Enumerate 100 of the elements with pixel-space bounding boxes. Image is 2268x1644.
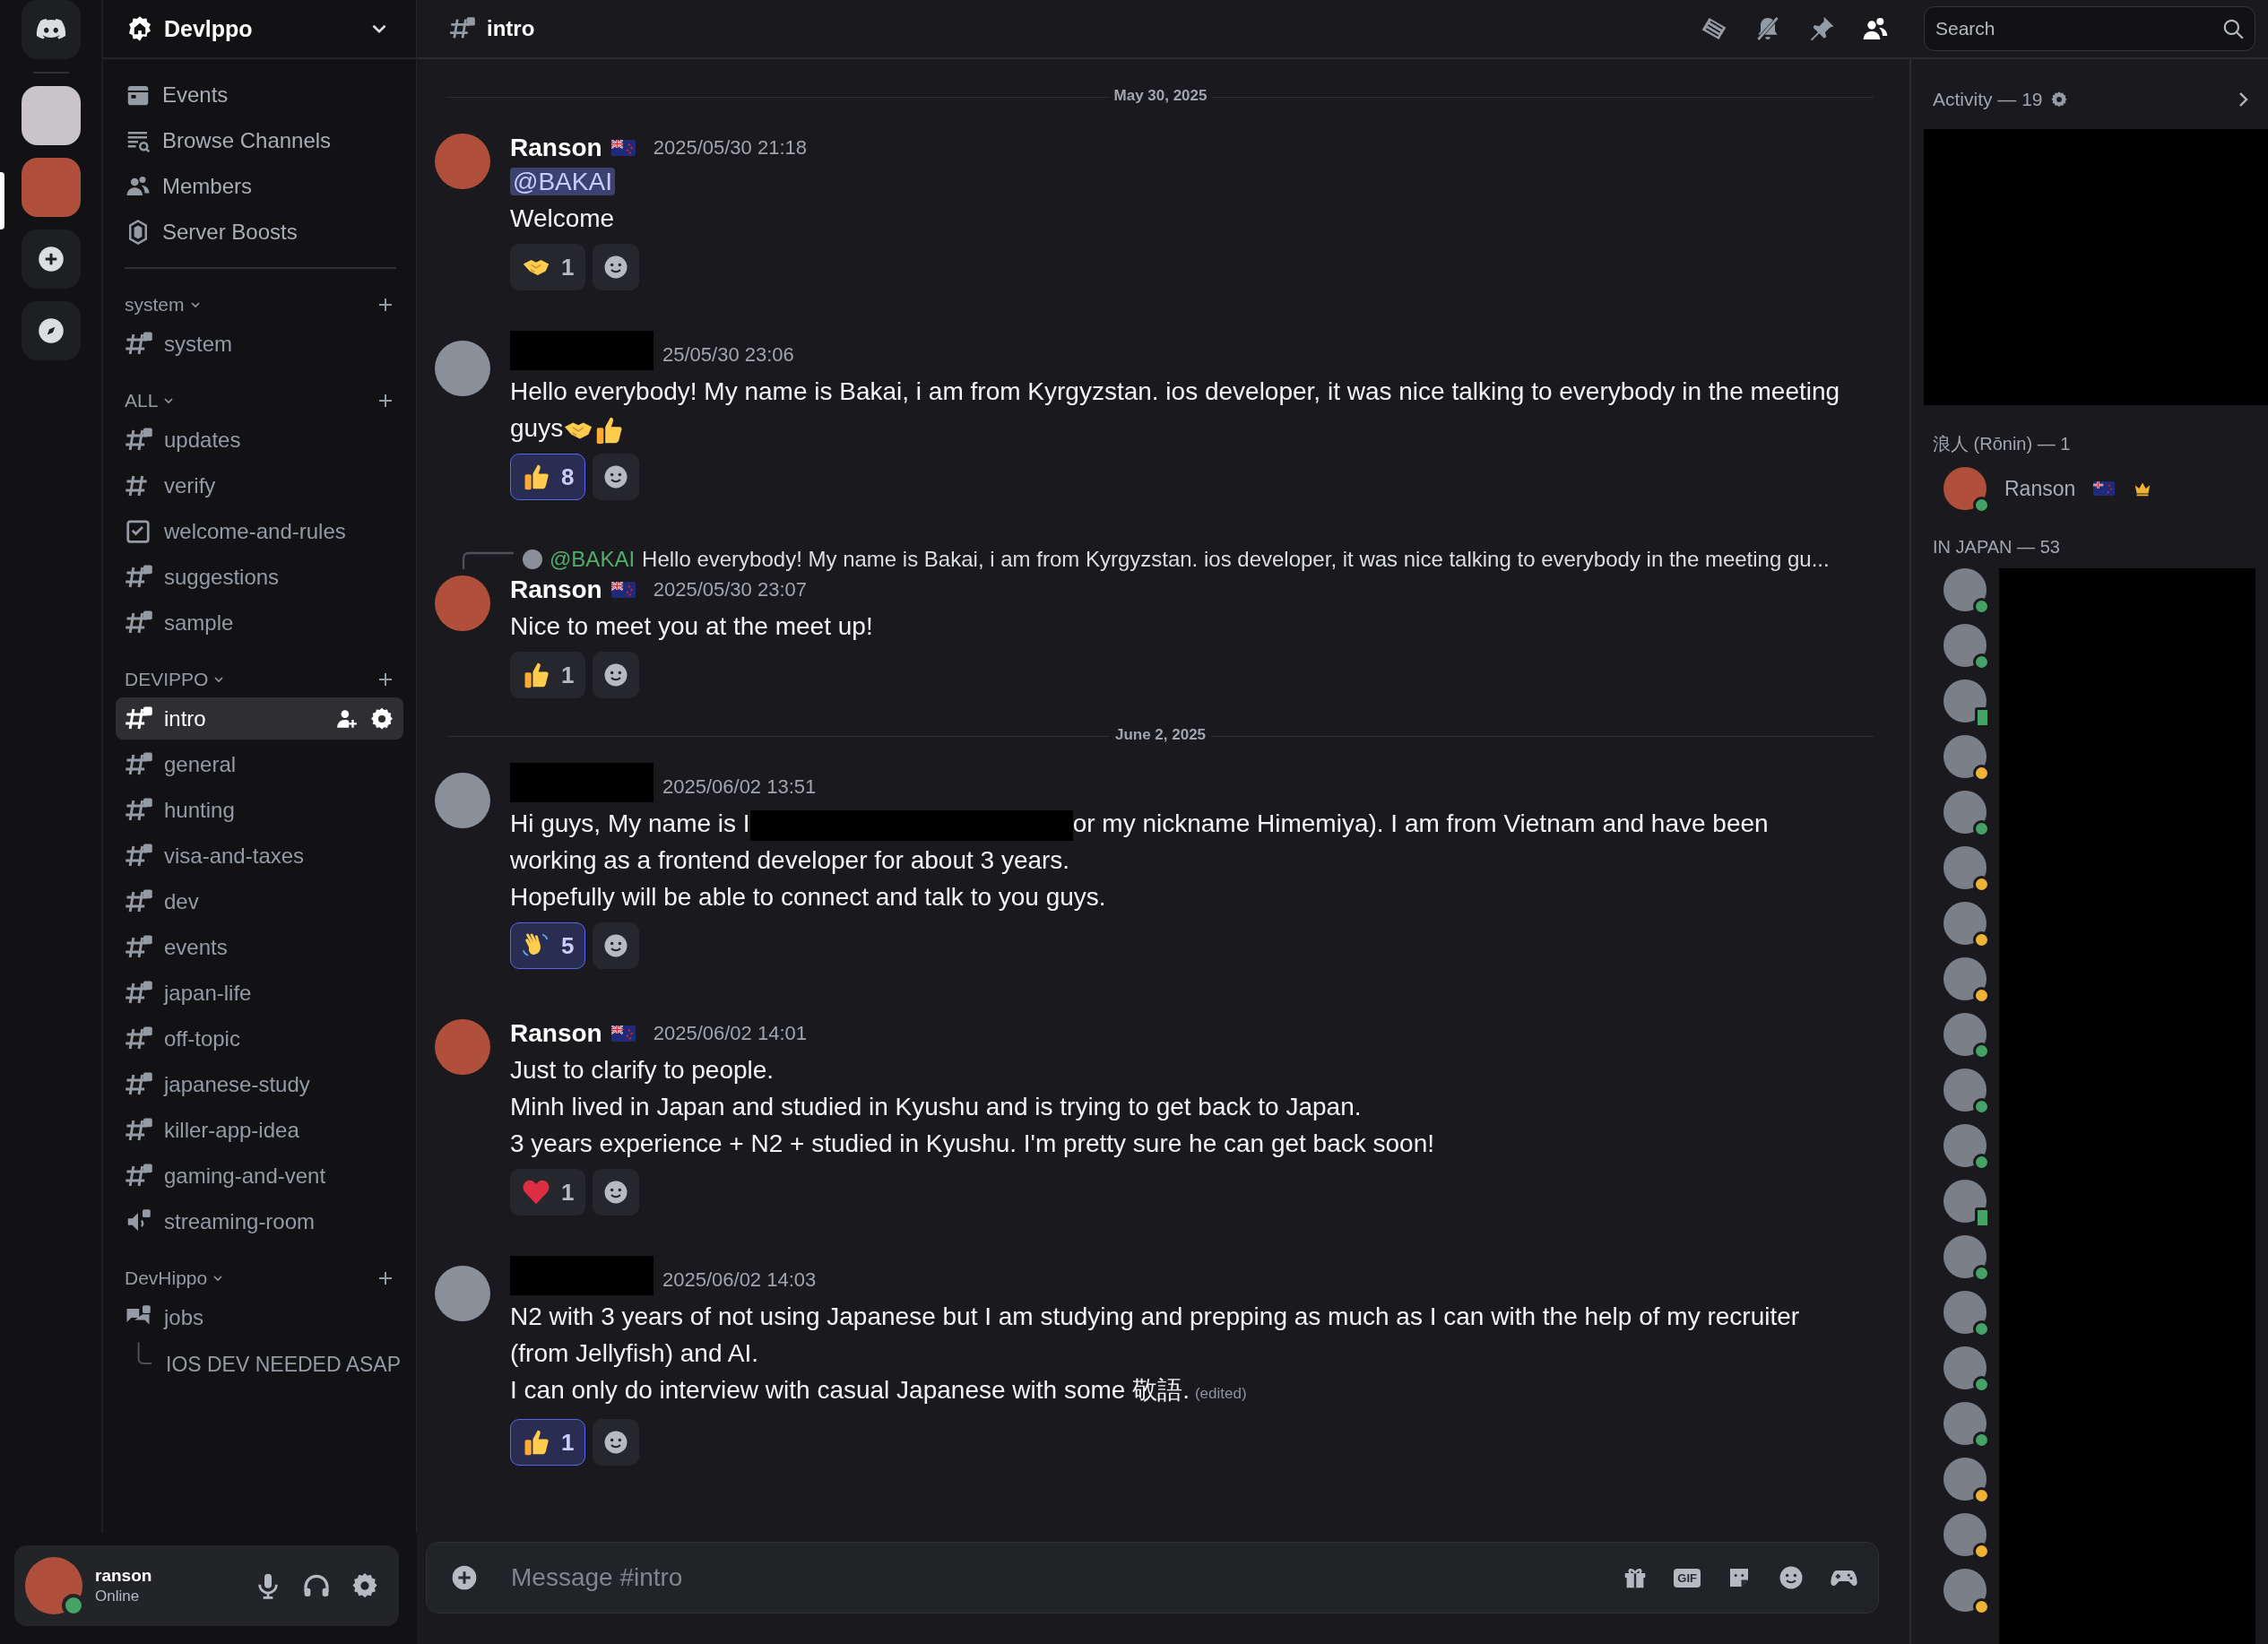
- nav-item[interactable]: Server Boosts: [116, 209, 403, 255]
- add-reaction-button[interactable]: [593, 652, 640, 698]
- channel-item[interactable]: japanese-study: [116, 1063, 403, 1105]
- user-avatar[interactable]: [1943, 467, 1987, 510]
- settings-icon[interactable]: [2049, 91, 2068, 108]
- channel-item[interactable]: sample: [116, 601, 403, 644]
- message-composer[interactable]: Message #intro GIF: [426, 1542, 1879, 1614]
- category-label[interactable]: DEVIPPO: [125, 669, 209, 690]
- channel-item[interactable]: off-topic: [116, 1017, 403, 1060]
- user-avatar[interactable]: [1943, 846, 1987, 889]
- search-field[interactable]: Search: [1924, 6, 2255, 51]
- channel-item[interactable]: updates: [116, 419, 403, 461]
- user-avatar[interactable]: [1943, 1513, 1987, 1556]
- message-text: Minh lived in Japan and studied in Kyushu and is trying to get back to Japan.: [510, 1093, 1362, 1121]
- channel-item[interactable]: dev: [116, 880, 403, 922]
- discover-button[interactable]: [21, 301, 81, 360]
- nav-item[interactable]: Browse Channels: [116, 117, 403, 163]
- server-icon[interactable]: [21, 86, 81, 145]
- reply-mention[interactable]: @BAKAI: [550, 547, 636, 572]
- add-reaction-button[interactable]: [593, 922, 640, 969]
- home-button[interactable]: [21, 0, 81, 59]
- user-status: Online: [95, 1588, 141, 1605]
- channel-item[interactable]: japan-life: [116, 972, 403, 1014]
- timestamp: 2025/05/30 21:18: [653, 136, 807, 160]
- channel-item[interactable]: verify: [116, 464, 403, 506]
- add-server-button[interactable]: [21, 229, 81, 289]
- timestamp: 2025/06/02 14:03: [662, 1268, 817, 1292]
- user-avatar[interactable]: [1943, 735, 1987, 778]
- plus-icon: [37, 246, 65, 273]
- message-text: Nice to meet you at the meet up!: [510, 612, 873, 640]
- channel-item[interactable]: intro: [116, 697, 403, 740]
- reply-preview[interactable]: Hello everybody! My name is Bakai, i am from Kyrgyzstan. ios developer, it was nice talking to everybody in the meeting gu...: [642, 547, 1830, 572]
- thread-item[interactable]: IOS DEV NEEDED ASAP: [166, 1353, 402, 1377]
- message-text: Hopefully will be able to connect and talk to you guys.: [510, 883, 1106, 911]
- category-label[interactable]: system: [125, 294, 185, 316]
- message-text: or my nickname Himemiya). I am from Vietnam and have been: [1072, 809, 1769, 837]
- user-avatar[interactable]: [1943, 568, 1987, 611]
- user-avatar[interactable]: [1943, 1069, 1987, 1112]
- search-icon: [2221, 17, 2245, 40]
- message-text: guys: [510, 414, 564, 442]
- settings-icon[interactable]: [351, 1571, 379, 1600]
- user-avatar[interactable]: [1943, 1235, 1987, 1278]
- channel-item[interactable]: events: [116, 926, 403, 968]
- message-text: Welcome: [510, 204, 615, 232]
- user-avatar[interactable]: [1943, 1346, 1987, 1389]
- user-avatar[interactable]: [1943, 1013, 1987, 1056]
- reaction-button[interactable]: 1: [510, 1169, 586, 1216]
- author-name[interactable]: Ranson: [510, 134, 602, 162]
- reaction-button[interactable]: 5: [510, 922, 586, 969]
- user-avatar[interactable]: [1943, 791, 1987, 834]
- activity-heading: Activity — 19: [1933, 89, 2043, 110]
- channel-item[interactable]: streaming-room: [116, 1200, 403, 1242]
- category-label[interactable]: DevHippo: [125, 1268, 208, 1289]
- channel-item[interactable]: hunting: [116, 789, 403, 831]
- author-name[interactable]: Ranson: [510, 1019, 602, 1048]
- edited-label: (edited): [1194, 1385, 1247, 1402]
- user-avatar[interactable]: [1943, 1291, 1987, 1334]
- category-label[interactable]: ALL: [125, 390, 159, 411]
- reaction-button[interactable]: 8: [510, 454, 586, 500]
- settings-icon[interactable]: [369, 705, 394, 731]
- reaction-button[interactable]: 1: [510, 652, 586, 698]
- server-name[interactable]: Devlppo: [164, 15, 253, 42]
- reply-spine-icon: [462, 549, 515, 569]
- add-reaction-button[interactable]: [593, 1169, 640, 1216]
- message-input[interactable]: Message #intro: [509, 1562, 1597, 1593]
- timestamp: 25/05/30 23:06: [662, 343, 794, 367]
- user-avatar[interactable]: [1943, 957, 1987, 1000]
- user-avatar[interactable]: [1943, 624, 1987, 667]
- compass-icon: [37, 317, 65, 344]
- add-reaction-button[interactable]: [593, 244, 640, 290]
- channel-item[interactable]: system: [116, 323, 403, 365]
- add-reaction-button[interactable]: [593, 1419, 640, 1466]
- user-mention[interactable]: @BAKAI: [510, 168, 615, 195]
- emoji-icon[interactable]: [1778, 1564, 1805, 1591]
- member-group-heading: IN JAPAN — 53: [1932, 537, 2061, 558]
- channel-item[interactable]: visa-and-taxes: [116, 835, 403, 877]
- nav-item[interactable]: Events: [116, 72, 403, 117]
- user-avatar[interactable]: [1943, 902, 1987, 945]
- gif-button[interactable]: GIF: [1674, 1568, 1701, 1588]
- channel-item[interactable]: suggestions: [116, 556, 403, 598]
- reaction-button[interactable]: 1: [510, 1419, 586, 1466]
- author-name[interactable]: Ranson: [510, 575, 602, 604]
- message-text: Hi guys, My name is I: [510, 809, 750, 837]
- add-reaction-button[interactable]: [593, 454, 640, 500]
- user-avatar[interactable]: [1943, 1569, 1987, 1612]
- selection-indicator: [0, 172, 4, 229]
- user-avatar[interactable]: [1943, 1402, 1987, 1445]
- timestamp: 2025/05/30 23:07: [653, 578, 807, 601]
- user-avatar[interactable]: [1943, 1458, 1987, 1501]
- message-text: working as a frontend developer for about 3 years.: [510, 846, 1070, 874]
- member-name[interactable]: Ranson: [2004, 476, 2076, 501]
- channel-item[interactable]: killer-app-idea: [116, 1109, 403, 1151]
- reaction-button[interactable]: 1: [510, 244, 586, 290]
- channel-item[interactable]: general: [116, 743, 403, 785]
- channel-item[interactable]: jobs: [116, 1296, 403, 1338]
- channel-item[interactable]: welcome-and-rules: [116, 510, 403, 552]
- nav-item[interactable]: Members: [116, 163, 403, 209]
- user-avatar[interactable]: [1943, 1124, 1987, 1167]
- plus-icon[interactable]: [450, 1563, 479, 1592]
- channel-item[interactable]: gaming-and-vent: [116, 1155, 403, 1197]
